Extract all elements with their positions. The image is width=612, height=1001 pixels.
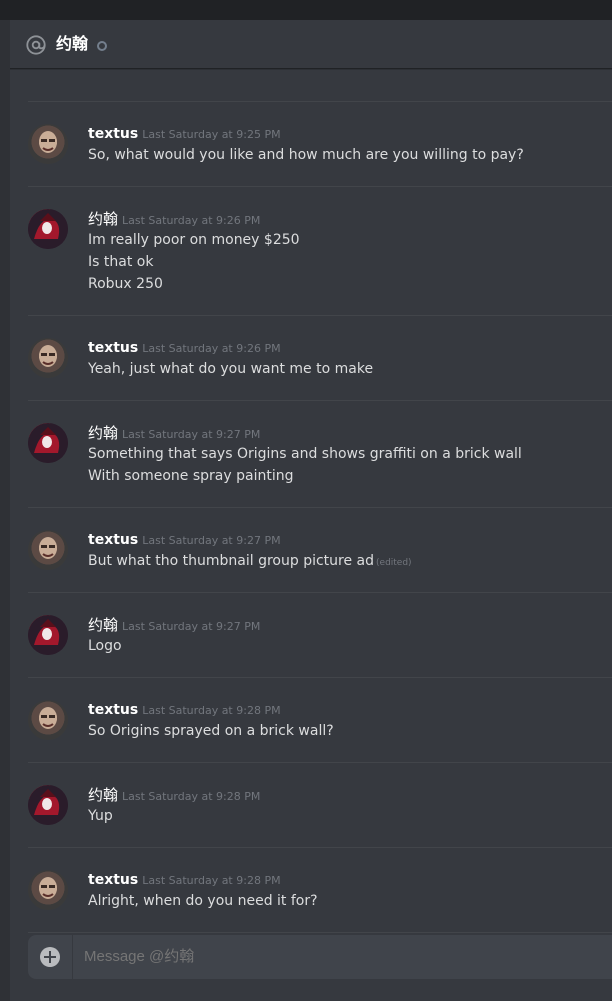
divider — [28, 932, 612, 933]
message-text: Im really poor on money $250 — [88, 230, 300, 250]
window-top-strip — [0, 0, 612, 20]
avatar[interactable] — [28, 209, 68, 249]
timestamp: Last Saturday at 9:28 PM — [142, 704, 281, 717]
timestamp: Last Saturday at 9:26 PM — [122, 214, 261, 227]
message-line: But what tho thumbnail group picture ad — [88, 553, 375, 569]
message-header: 约翰 Last Saturday at 9:26 PM — [88, 208, 260, 229]
avatar[interactable] — [28, 338, 68, 378]
timestamp: Last Saturday at 9:27 PM — [122, 620, 261, 633]
timestamp: Last Saturday at 9:27 PM — [122, 428, 261, 441]
message-group[interactable]: 约翰 Last Saturday at 9:27 PM Logo — [10, 592, 612, 677]
author-name[interactable]: 约翰 — [88, 424, 118, 442]
message-group[interactable]: textus Last Saturday at 9:27 PM But what t… — [10, 507, 612, 592]
message-header: textus Last Saturday at 9:28 PM — [88, 869, 281, 888]
message-line: With someone spray painting — [88, 468, 294, 484]
message-header: textus Last Saturday at 9:26 PM — [88, 337, 281, 356]
avatar[interactable] — [28, 423, 68, 463]
composer-divider — [72, 935, 73, 979]
author-name[interactable]: 约翰 — [88, 786, 118, 804]
message-text: Is that ok — [88, 252, 153, 272]
message-text: Alright, when do you need it for? — [88, 891, 318, 911]
avatar[interactable] — [28, 124, 68, 164]
avatar[interactable] — [28, 615, 68, 655]
author-name[interactable]: textus — [88, 340, 138, 356]
message-text: So Origins sprayed on a brick wall? — [88, 721, 334, 741]
left-sidebar-edge — [0, 20, 10, 1001]
avatar[interactable] — [28, 785, 68, 825]
message-line: Im really poor on money $250 — [88, 232, 300, 248]
message-header: textus Last Saturday at 9:28 PM — [88, 699, 281, 718]
timestamp: Last Saturday at 9:26 PM — [142, 342, 281, 355]
message-line: Yup — [88, 808, 113, 824]
author-name[interactable]: textus — [88, 532, 138, 548]
timestamp: Last Saturday at 9:28 PM — [142, 874, 281, 887]
message-text: With someone spray painting — [88, 466, 293, 486]
message-group[interactable]: 约翰 Last Saturday at 9:27 PM Something that… — [10, 400, 612, 507]
timestamp: Last Saturday at 9:25 PM — [142, 128, 281, 141]
timestamp: Last Saturday at 9:28 PM — [122, 790, 261, 803]
message-input[interactable] — [84, 947, 604, 967]
message-text: Robux 250 — [88, 274, 163, 294]
message-line: So Origins sprayed on a brick wall? — [88, 723, 334, 739]
author-name[interactable]: 约翰 — [88, 210, 118, 228]
message-text: Yeah, just what do you want me to make — [88, 359, 373, 379]
avatar[interactable] — [28, 530, 68, 570]
message-line: Robux 250 — [88, 276, 163, 292]
message-composer — [28, 935, 612, 979]
message-header: 约翰 Last Saturday at 9:28 PM — [88, 784, 260, 805]
message-text: So, what would you like and how much are… — [88, 145, 524, 165]
message-group[interactable]: textus Last Saturday at 9:28 PM Alright, w… — [10, 847, 612, 932]
message-header: 约翰 Last Saturday at 9:27 PM — [88, 422, 260, 443]
message-text: Logo — [88, 636, 122, 656]
plus-circle-icon[interactable] — [40, 947, 60, 967]
author-name[interactable]: textus — [88, 126, 138, 142]
message-line: Logo — [88, 638, 122, 654]
author-name[interactable]: textus — [88, 872, 138, 888]
message-group[interactable]: textus Last Saturday at 9:25 PM So, what w… — [10, 101, 612, 186]
message-group[interactable]: 约翰 Last Saturday at 9:26 PM Im really poor… — [10, 186, 612, 315]
message-text: But what tho thumbnail group picture ad(… — [88, 551, 412, 573]
message-group[interactable]: textus Last Saturday at 9:28 PM So Origins… — [10, 677, 612, 762]
edited-label: (edited) — [376, 558, 412, 568]
message-line: Something that says Origins and shows gr… — [88, 446, 522, 462]
message-line: So, what would you like and how much are… — [88, 147, 524, 163]
message-group[interactable]: 约翰 Last Saturday at 9:28 PM Yup — [10, 762, 612, 847]
message-text: Something that says Origins and shows gr… — [88, 444, 522, 464]
message-line: Alright, when do you need it for? — [88, 893, 318, 909]
message-group[interactable]: textus Last Saturday at 9:26 PM Yeah, just… — [10, 315, 612, 400]
avatar[interactable] — [28, 700, 68, 740]
message-list[interactable]: textus Last Saturday at 9:25 PM So, what w… — [10, 70, 612, 935]
author-name[interactable]: textus — [88, 702, 138, 718]
message-text: Yup — [88, 806, 113, 826]
message-line: Yeah, just what do you want me to make — [88, 361, 374, 377]
message-header: textus Last Saturday at 9:25 PM — [88, 123, 281, 142]
message-header: 约翰 Last Saturday at 9:27 PM — [88, 614, 260, 635]
author-name[interactable]: 约翰 — [88, 616, 118, 634]
at-sign-icon — [26, 35, 46, 55]
timestamp: Last Saturday at 9:27 PM — [142, 534, 281, 547]
channel-title: 约翰 — [56, 34, 89, 53]
avatar[interactable] — [28, 870, 68, 910]
message-header: textus Last Saturday at 9:27 PM — [88, 529, 281, 548]
offline-status-icon — [97, 41, 107, 51]
message-line: Is that ok — [88, 254, 154, 270]
chat-window: 约翰 textus Last Saturday at 9:25 PM So, wha… — [10, 20, 612, 1001]
channel-header: 约翰 — [10, 20, 612, 69]
